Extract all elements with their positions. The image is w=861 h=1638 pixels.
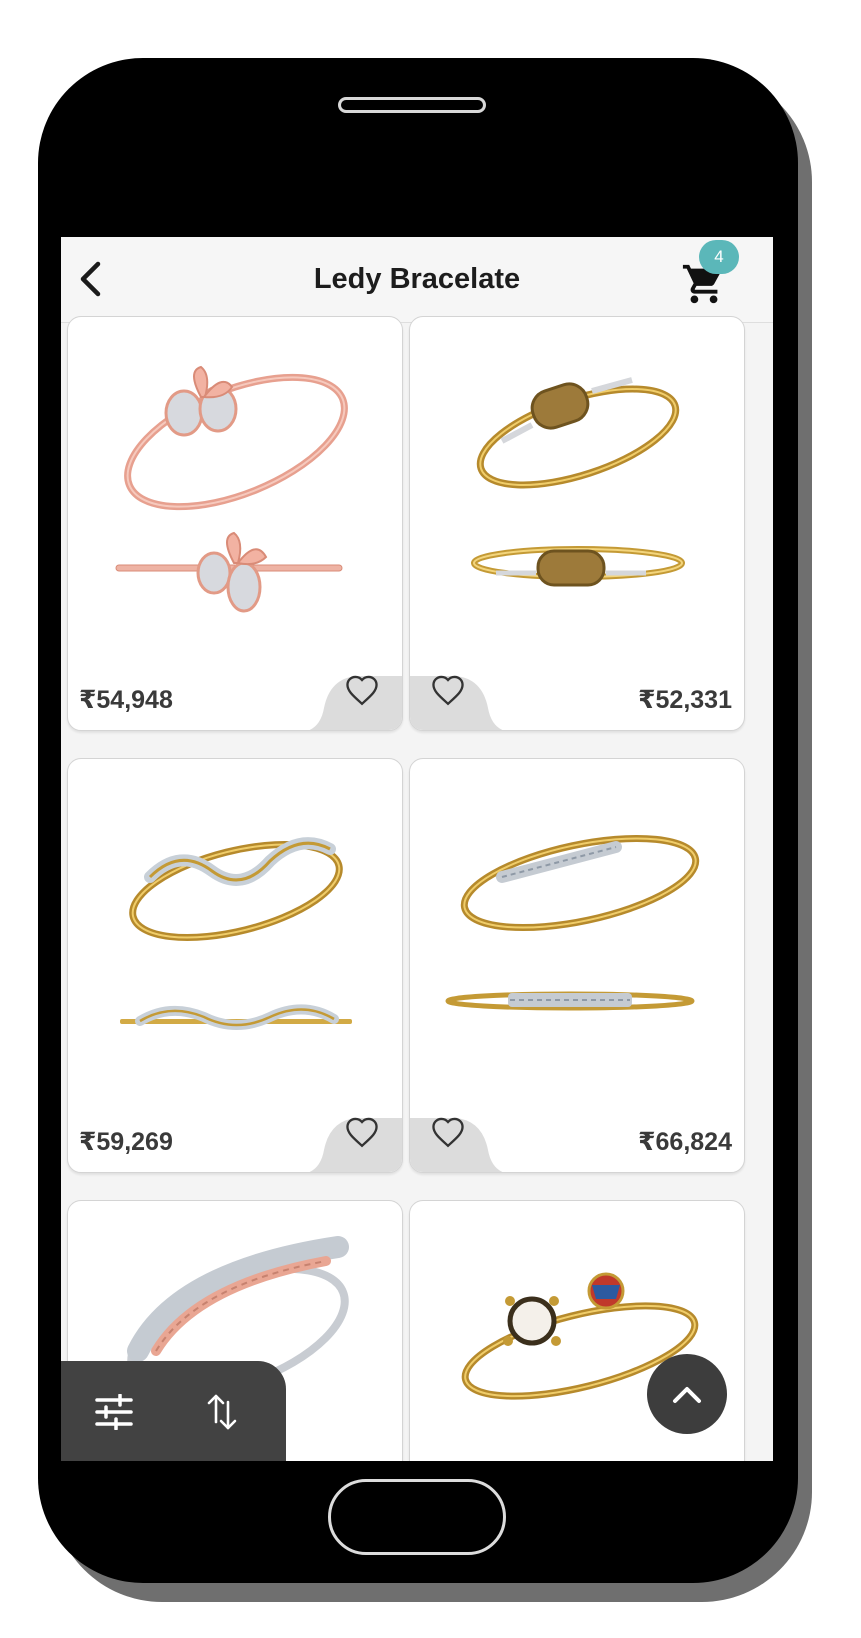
product-card[interactable]: ₹54,948 <box>67 316 403 731</box>
product-image <box>471 377 685 587</box>
heart-outline-icon <box>432 1117 464 1148</box>
chevron-up-icon <box>673 1387 701 1403</box>
sort-button[interactable] <box>193 1383 251 1441</box>
filter-button[interactable] <box>85 1383 143 1441</box>
filter-sort-toolbar <box>61 1361 286 1461</box>
wishlist-button[interactable] <box>302 1116 402 1172</box>
product-price: ₹59,269 <box>79 1128 173 1156</box>
product-image <box>120 837 352 1030</box>
product-image <box>445 834 700 1011</box>
sort-arrows-icon <box>207 1394 237 1430</box>
scroll-to-top-button[interactable] <box>647 1354 727 1434</box>
product-image <box>115 365 348 613</box>
product-card[interactable]: ₹66,824 <box>409 758 745 1173</box>
cart-count-badge: 4 <box>699 240 739 274</box>
heart-outline-icon <box>346 1117 378 1148</box>
phone-home-button[interactable] <box>328 1479 506 1555</box>
product-price: ₹66,824 <box>638 1128 732 1156</box>
sliders-icon <box>95 1394 133 1430</box>
page-title: Ledy Bracelate <box>313 263 521 295</box>
phone-speaker <box>338 97 486 113</box>
wishlist-button[interactable] <box>410 674 510 730</box>
app-header: Ledy Bracelate 4 <box>61 237 773 323</box>
heart-outline-icon <box>346 675 378 706</box>
product-price: ₹54,948 <box>79 686 173 714</box>
product-card[interactable]: ₹52,331 <box>409 316 745 731</box>
heart-outline-icon <box>432 675 464 706</box>
product-card[interactable]: ₹59,269 <box>67 758 403 1173</box>
wishlist-button[interactable] <box>410 1116 510 1172</box>
wishlist-button[interactable] <box>302 674 402 730</box>
app-screen: Ledy Bracelate 4 ₹54,948 ₹52,331 ₹59,269… <box>61 237 773 1461</box>
product-price: ₹52,331 <box>638 686 732 714</box>
